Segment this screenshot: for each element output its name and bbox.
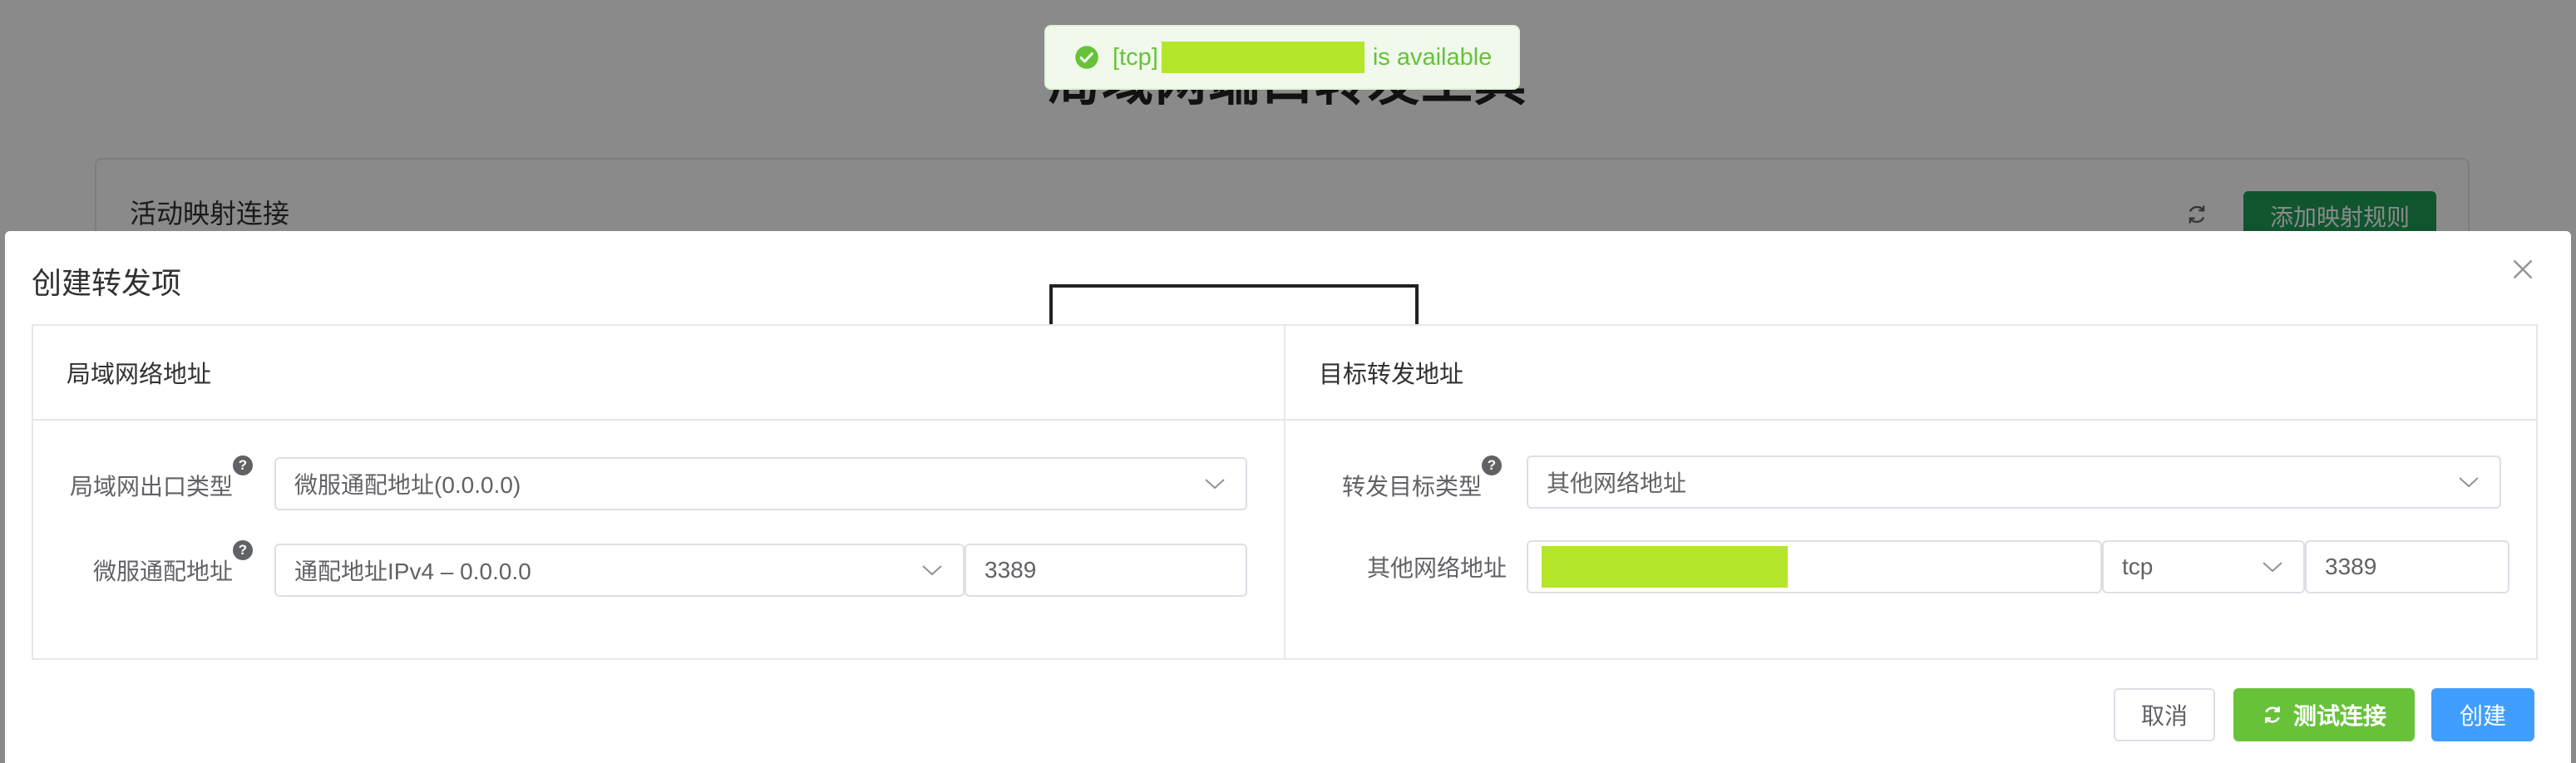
- chevron-down-icon: [2263, 562, 2282, 573]
- toast-message: is available: [1372, 43, 1493, 71]
- exit-type-value: 微服通配地址(0.0.0.0): [294, 472, 521, 498]
- check-circle-icon: [1075, 46, 1098, 69]
- target-type-value: 其他网络地址: [1547, 470, 1687, 496]
- cancel-button[interactable]: 取消: [2114, 688, 2215, 741]
- target-type-select[interactable]: 其他网络地址: [1527, 455, 2501, 509]
- redacted-address: [1542, 546, 1788, 588]
- help-icon[interactable]: ?: [1482, 455, 1502, 475]
- target-port-input[interactable]: 3389: [2305, 540, 2509, 593]
- test-connection-button[interactable]: 测试连接: [2233, 688, 2415, 741]
- chevron-down-icon: [922, 565, 942, 576]
- lan-address-panel-title: 局域网络地址: [33, 326, 1284, 421]
- refresh-icon: [2265, 706, 2280, 723]
- protocol-select[interactable]: tcp: [2102, 540, 2305, 593]
- lan-address-panel: 局域网络地址 局域网出口类型 ? 微服通配地址(0.0.0.0) 微服通配地址 …: [32, 324, 1286, 660]
- help-icon[interactable]: ?: [233, 455, 253, 475]
- protocol-value: tcp: [2122, 554, 2154, 579]
- target-type-label: 转发目标类型: [1341, 473, 1482, 500]
- wildcard-address-value: 通配地址IPv4 – 0.0.0.0: [294, 559, 531, 584]
- wildcard-address-label: 微服通配地址: [92, 558, 233, 585]
- success-toast: [tcp] is available: [1044, 25, 1520, 90]
- close-icon[interactable]: [2508, 254, 2538, 284]
- other-address-input[interactable]: [1527, 540, 2102, 593]
- create-button[interactable]: 创建: [2431, 688, 2534, 741]
- chevron-down-icon: [2459, 477, 2479, 488]
- local-port-value: 3389: [985, 557, 1037, 583]
- redacted-address: [1161, 42, 1364, 73]
- exit-type-label: 局域网出口类型: [69, 473, 233, 500]
- toast-protocol: [tcp]: [1113, 43, 1158, 71]
- wildcard-address-select[interactable]: 通配地址IPv4 – 0.0.0.0: [274, 544, 965, 597]
- local-port-input[interactable]: 3389: [965, 544, 1247, 597]
- exit-type-select[interactable]: 微服通配地址(0.0.0.0): [274, 457, 1247, 510]
- help-icon[interactable]: ?: [233, 540, 253, 560]
- create-forward-dialog: 创建转发项 局域网络地址 局域网出口类型 ? 微服通配地址(0.0.0.0) 微…: [5, 231, 2571, 763]
- target-address-panel: 目标转发地址 转发目标类型 ? 其他网络地址 其他网络地址 tcp 3389: [1284, 324, 2538, 660]
- other-address-label: 其他网络地址: [1366, 554, 1507, 582]
- target-port-value: 3389: [2325, 554, 2377, 579]
- test-connection-label: 测试连接: [2292, 702, 2386, 730]
- chevron-down-icon: [1205, 479, 1225, 490]
- dialog-title: 创建转发项: [32, 267, 182, 301]
- target-address-panel-title: 目标转发地址: [1286, 326, 2536, 421]
